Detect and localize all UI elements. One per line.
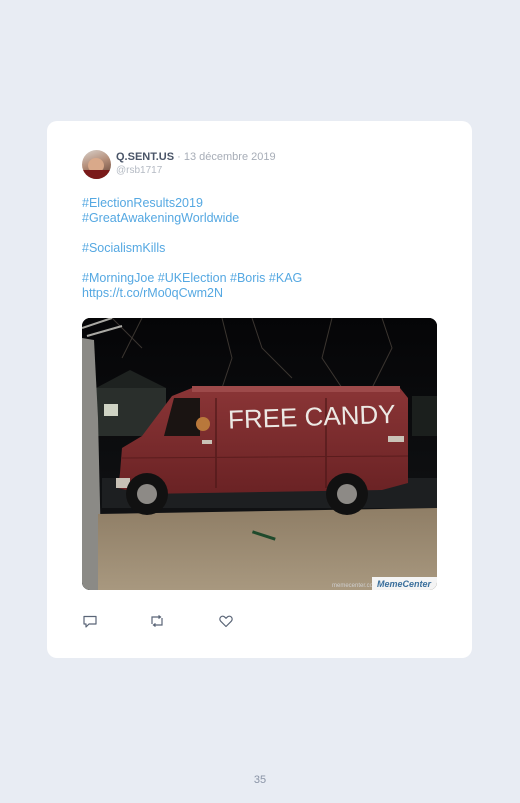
page-number: 35 [253, 774, 267, 786]
avatar[interactable] [82, 150, 111, 179]
reply-icon[interactable] [82, 613, 98, 629]
tweet-text: #ElectionResults2019 #GreatAwakeningWorl… [82, 196, 442, 301]
retweet-icon[interactable] [149, 613, 165, 629]
author-handle[interactable]: @rsb1717 [116, 165, 162, 176]
hashtag-line[interactable]: #GreatAwakeningWorldwide [82, 211, 442, 226]
header-separator: · [177, 151, 181, 163]
van-photo: FREE CANDY memecenter.com MemeCenter [82, 318, 437, 590]
tweet-header: Q.SENT.US · 13 décembre 2019 [116, 151, 276, 163]
like-icon[interactable] [218, 613, 234, 629]
hashtag-line[interactable]: #SocialismKills [82, 241, 442, 256]
hashtag-line[interactable]: #MorningJoe #UKElection #Boris #KAG [82, 271, 442, 286]
hashtag-line[interactable]: #ElectionResults2019 [82, 196, 442, 211]
tweet-date[interactable]: 13 décembre 2019 [184, 151, 276, 163]
author-name[interactable]: Q.SENT.US [116, 151, 174, 163]
tweet-image[interactable]: FREE CANDY memecenter.com MemeCenter [82, 318, 437, 590]
watermark-text: memecenter.com [332, 583, 378, 589]
watermark-logo: MemeCenter [377, 579, 432, 589]
van-graffiti: FREE CANDY [227, 399, 396, 435]
tweet-card: Q.SENT.US · 13 décembre 2019 @rsb1717 #E… [47, 121, 472, 658]
tweet-link[interactable]: https://t.co/rMo0qCwm2N [82, 286, 442, 301]
